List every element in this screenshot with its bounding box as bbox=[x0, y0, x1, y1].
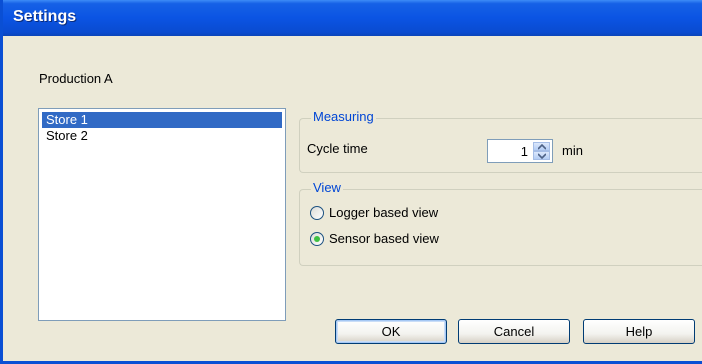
store-list-item-1[interactable]: Store 1 bbox=[42, 112, 282, 128]
sensor-view-radio[interactable] bbox=[310, 232, 324, 246]
title-bar[interactable]: Settings bbox=[3, 0, 702, 36]
view-legend: View bbox=[311, 180, 343, 195]
cycle-time-unit: min bbox=[562, 143, 583, 158]
settings-window: Settings Production A Store 1 Store 2 Me… bbox=[0, 0, 702, 364]
measuring-legend: Measuring bbox=[311, 109, 376, 124]
cycle-time-label: Cycle time bbox=[307, 141, 368, 156]
spinner-buttons bbox=[533, 142, 550, 160]
cycle-time-spinner[interactable]: 1 bbox=[487, 139, 553, 163]
radio-selected-dot bbox=[314, 236, 320, 242]
chevron-up-icon bbox=[538, 144, 546, 150]
production-label: Production A bbox=[39, 71, 113, 86]
help-button[interactable]: Help bbox=[583, 319, 695, 344]
ok-button[interactable]: OK bbox=[335, 319, 447, 344]
store-list-item-2[interactable]: Store 2 bbox=[42, 128, 282, 144]
view-group bbox=[299, 189, 702, 266]
spin-up-button[interactable] bbox=[533, 142, 550, 151]
logger-view-radio[interactable] bbox=[310, 206, 324, 220]
store-list[interactable]: Store 1 Store 2 bbox=[38, 108, 286, 321]
spin-down-button[interactable] bbox=[533, 151, 550, 160]
cycle-time-value[interactable]: 1 bbox=[521, 144, 528, 159]
sensor-view-label[interactable]: Sensor based view bbox=[329, 231, 439, 246]
logger-view-label[interactable]: Logger based view bbox=[329, 205, 438, 220]
window-title: Settings bbox=[13, 8, 77, 25]
cancel-button[interactable]: Cancel bbox=[458, 319, 570, 344]
chevron-down-icon bbox=[538, 153, 546, 159]
